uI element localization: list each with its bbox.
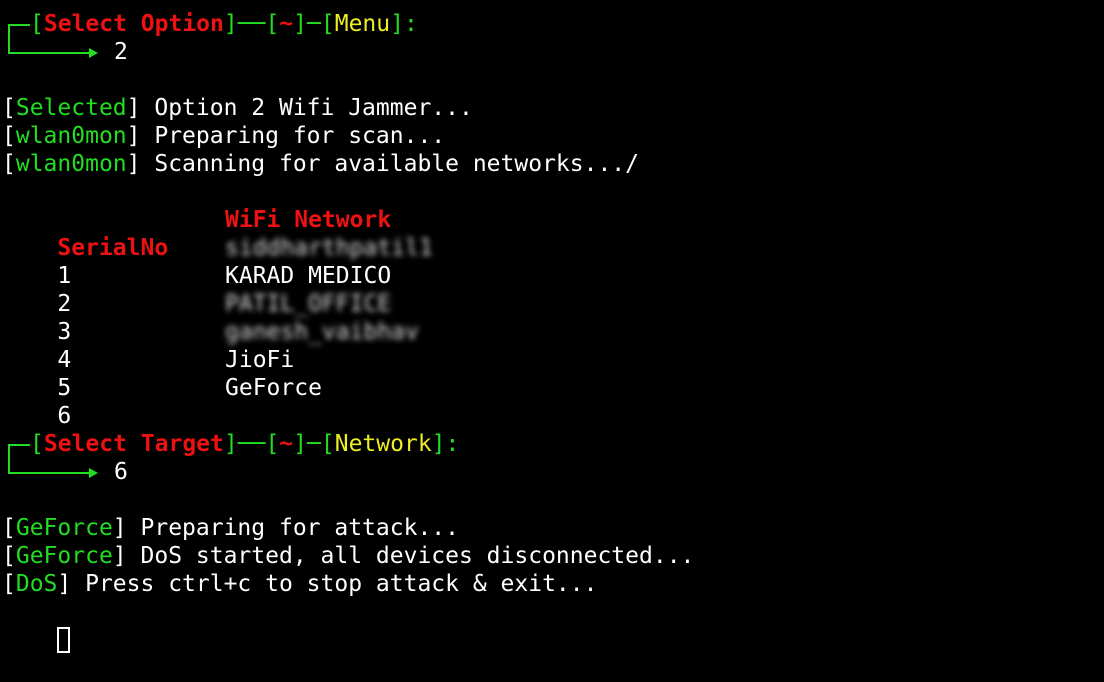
- log-tag: GeForce: [15, 543, 113, 569]
- log-line: [GeForce] Preparing for attack...: [2, 515, 460, 541]
- prompt-header: [Select Target]──[~]─[Network]:: [30, 431, 460, 457]
- log-message: Press ctrl+c to stop attack & exit...: [71, 571, 598, 597]
- log-tag: GeForce: [15, 515, 113, 541]
- prompt-answer: 6: [114, 459, 128, 485]
- terminal-window[interactable]: [Select Option]──[~]─[Menu]: 2 [Selected…: [2, 10, 1102, 653]
- prompt-header: [Select Option]──[~]─[Menu]:: [30, 11, 418, 37]
- prompt-tilde: ~: [279, 11, 294, 37]
- log-message: Preparing for attack...: [126, 515, 460, 541]
- log-line: [DoS] Press ctrl+c to stop attack & exit…: [2, 571, 598, 597]
- prompt-input-line: 6: [2, 458, 1102, 486]
- table-row: 5 JioFi: [2, 346, 1102, 401]
- prompt-label: Select Target: [43, 431, 224, 457]
- table-row: 1 siddharthpatil1: [2, 234, 1102, 289]
- log-line: [wlan0mon] Preparing for scan...: [2, 123, 446, 149]
- log-tag: wlan0mon: [15, 151, 127, 177]
- prompt-tilde: ~: [279, 431, 294, 457]
- table-row: 2 KARAD MEDICO: [2, 262, 1102, 317]
- network-name: KARAD MEDICO: [225, 263, 392, 289]
- prompt-context: Menu: [334, 11, 391, 37]
- table-header: SerialNo WiFi Network: [2, 206, 1102, 261]
- arrow-right-icon: [89, 48, 98, 58]
- arrow-right-icon: [89, 468, 98, 478]
- log-message: Scanning for available networks.../: [140, 151, 639, 177]
- terminal-cursor[interactable]: [57, 627, 71, 653]
- network-name: JioFi: [225, 347, 295, 373]
- log-line: [Selected] Option 2 Wifi Jammer...: [2, 95, 473, 121]
- log-line: [GeForce] DoS started, all devices disco…: [2, 543, 695, 569]
- prompt-arrow-line-icon: [8, 458, 90, 474]
- log-line: [wlan0mon] Scanning for available networ…: [2, 151, 639, 177]
- prompt-select-option: [Select Option]──[~]─[Menu]:: [2, 10, 1102, 40]
- log-tag: Selected: [15, 95, 127, 121]
- network-name: PATIL_OFFICE: [225, 291, 392, 317]
- prompt-input-line: 2: [2, 38, 1102, 66]
- network-name: GeForce: [225, 375, 322, 401]
- log-message: Preparing for scan...: [140, 123, 446, 149]
- log-message: Option 2 Wifi Jammer...: [140, 95, 473, 121]
- cursor-line[interactable]: [2, 598, 1102, 653]
- prompt-arrow-line-icon: [8, 38, 90, 54]
- log-message: DoS started, all devices disconnected...: [126, 543, 695, 569]
- table-row: 3 PATIL_OFFICE: [2, 290, 1102, 345]
- table-row: 6 GeForce: [2, 374, 1102, 429]
- network-name: siddharthpatil1: [225, 235, 433, 261]
- prompt-label: Select Option: [43, 11, 224, 37]
- table-row: 4 ganesh_vaibhav: [2, 318, 1102, 373]
- prompt-answer: 2: [114, 39, 128, 65]
- prompt-context: Network: [334, 431, 432, 457]
- log-tag: wlan0mon: [15, 123, 127, 149]
- log-tag: DoS: [15, 571, 58, 597]
- column-header-network: WiFi Network: [225, 207, 392, 233]
- network-name: ganesh_vaibhav: [225, 319, 419, 345]
- prompt-select-target: [Select Target]──[~]─[Network]:: [2, 430, 1102, 460]
